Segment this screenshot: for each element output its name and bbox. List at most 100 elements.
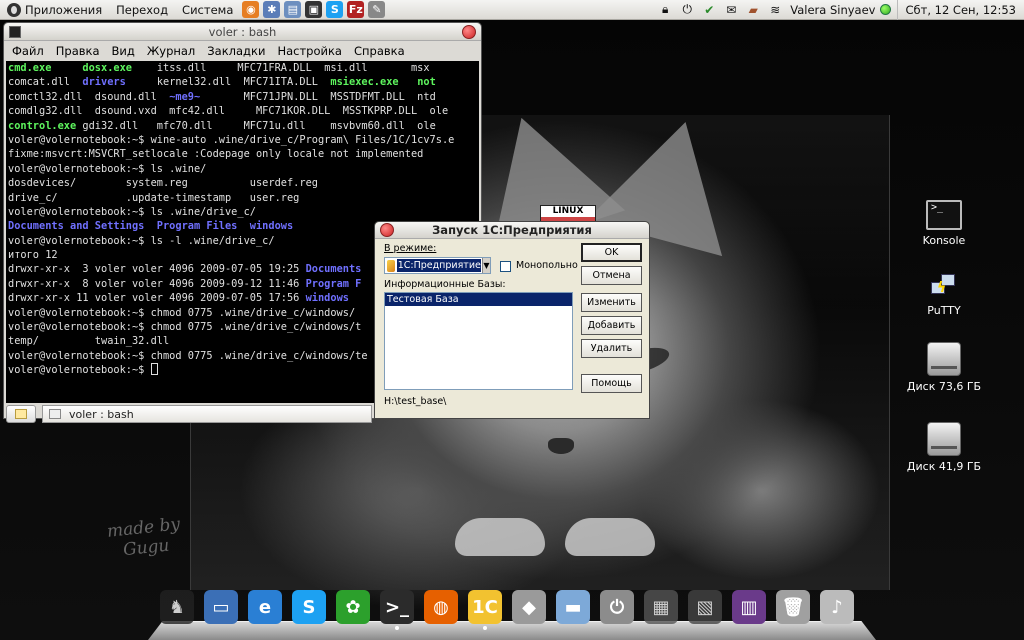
terminal-window-icon[interactable] [9,26,21,38]
dialog-title: Запуск 1С:Предприятия [432,223,592,237]
online-status-icon[interactable] [879,4,891,15]
menu-edit[interactable]: Правка [50,44,106,58]
mode-select-value: 1С:Предприятие [396,259,481,272]
gnome-foot-icon[interactable]: ♞ [160,590,194,624]
gear-icon[interactable]: ✱ [263,1,281,18]
terminal-line: comctl32.dll dsound.dll ~me9~ MFC71JPN.D… [8,90,436,103]
folder-icon[interactable]: ▬ [556,590,590,624]
1c-mode-icon [387,259,395,272]
running-indicator [483,626,487,630]
terminal-titlebar[interactable]: voler : bash [4,23,481,41]
power-icon[interactable]: ⏻ [679,2,695,18]
1c-icon[interactable]: 1С [468,590,502,624]
menu-history[interactable]: Журнал [141,44,201,58]
wifi-icon[interactable]: ≋ [767,2,783,18]
trash-icon[interactable]: 🗑 [776,590,810,624]
list-item[interactable]: Тестовая База [385,293,572,306]
mail-icon[interactable]: ✉ [723,2,739,18]
terminal-tab-label: voler : bash [69,407,134,421]
wallpaper-signature: made by Gugu [106,514,181,561]
monopoly-label[interactable]: Монопольно [516,260,578,271]
places-menu-label: Переход [116,2,169,17]
image-icon[interactable]: ▧ [688,590,722,624]
applications-menu[interactable]: Приложения [0,0,109,20]
terminal-line: voler@volernotebook:~$ ls .wine/drive_c/ [8,205,256,218]
terminal-line: comdlg32.dll dsound.vxd mfc42.dll MFC71K… [8,105,449,118]
kitten-paw-left [455,518,545,556]
desktop-icon-disk-2[interactable]: Диск 41,9 ГБ [899,422,989,473]
photo-viewer-icon[interactable]: ▦ [644,590,678,624]
kitten-paw-right [565,518,655,556]
terminal-line: control.exe gdi32.dll mfc70.dll MFC71u.d… [8,119,436,132]
mode-select[interactable]: 1С:Предприятие ▼ [384,257,491,274]
internet-explorer-icon[interactable]: e [248,590,282,624]
disk-icon [927,422,961,456]
cancel-button[interactable]: Отмена [581,266,642,285]
crystal-icon[interactable]: ◆ [512,590,546,624]
system-tray: 🔒︎ ⏻ ✔ ✉ ▰ ≋ Valera Sinyaev Сбт, 12 Сен,… [654,0,1024,20]
mode-label: В режиме: [384,243,437,254]
skype-icon[interactable]: S [326,1,344,18]
terminal-icon[interactable]: ▣ [305,1,323,18]
check-icon[interactable]: ✔ [701,2,717,18]
user-name[interactable]: Valera Sinyaev [786,3,879,17]
menu-help[interactable]: Справка [348,44,411,58]
shutdown-icon[interactable]: ⏻ [600,590,634,624]
skype-icon[interactable]: S [292,590,326,624]
terminal-line: dosdevices/ system.reg userdef.reg [8,177,318,190]
chevron-down-icon[interactable]: ▼ [481,258,490,273]
terminal-menubar: Файл Правка Вид Журнал Закладки Настройк… [4,41,481,60]
volume-muted-icon[interactable]: ♪ [820,590,854,624]
icq-icon[interactable]: ✿ [336,590,370,624]
add-button[interactable]: Добавить [581,316,642,335]
desktop-icon-putty[interactable]: ϟ PuTTY [899,274,989,317]
lock-icon[interactable]: 🔒︎ [657,2,673,18]
menu-file[interactable]: Файл [6,44,50,58]
text-editor-icon[interactable]: ✎ [368,1,386,18]
desktop-icon-konsole[interactable]: >_ Konsole [899,200,989,247]
desktop-icon-label: PuTTY [927,304,961,317]
bag-icon[interactable]: ▰ [745,2,761,18]
top-panel: Приложения Переход Система ◉ ✱ ▤ ▣ S Fz ✎ 🔒︎ ⏻… [0,0,1024,20]
base-path: H:\test_base\ [384,396,447,407]
delete-button[interactable]: Удалить [581,339,642,358]
dock: ♞ ▭ e S ✿ >_ ◍ 1С ◆ ▬ ⏻ ▦ ▧ ▥ 🗑 ♪ [160,590,860,630]
screen-settings-icon[interactable]: ▥ [732,590,766,624]
terminal-close-button[interactable] [462,25,476,39]
ok-button[interactable]: OK [581,243,642,262]
terminal-line: cmd.exe dosx.exe itss.dll MFC71FRA.DLL m… [8,62,430,74]
desktop-icon-disk-1[interactable]: Диск 73,6 ГБ [899,342,989,393]
places-menu[interactable]: Переход [109,0,175,20]
bases-list[interactable]: Тестовая База [384,292,573,390]
desktop-icon-label: Диск 41,9 ГБ [906,460,982,473]
terminal-tab[interactable]: voler : bash [42,405,372,423]
desktop-icon[interactable]: ▭ [204,590,238,624]
desktop-icon-label: Диск 73,6 ГБ [906,380,982,393]
menu-view[interactable]: Вид [106,44,141,58]
terminal-line: voler@volernotebook:~$ wine-auto .wine/d… [8,133,455,146]
filezilla-icon[interactable]: Fz [347,1,365,18]
menu-settings[interactable]: Настройка [271,44,348,58]
system-menu[interactable]: Система [175,0,240,20]
help-button[interactable]: Помощь [581,374,642,393]
firefox-icon[interactable]: ◍ [424,590,458,624]
menu-bookmarks[interactable]: Закладки [201,44,271,58]
system-menu-label: Система [182,2,234,17]
terminal-icon[interactable]: >_ [380,590,414,624]
new-tab-button[interactable] [6,405,36,423]
monopoly-checkbox[interactable] [500,261,511,272]
terminal-title: voler : bash [208,24,277,39]
browser-icon[interactable]: ◉ [242,1,260,18]
panel-launchers: ◉ ✱ ▤ ▣ S Fz ✎ [240,1,387,18]
terminal-line: comcat.dll drivers kernel32.dll MFC71ITA… [8,76,436,89]
dialog-titlebar[interactable]: Запуск 1С:Предприятия [375,222,649,239]
terminal-cursor [150,363,158,376]
putty-icon: ϟ [931,274,957,300]
edit-button[interactable]: Изменить [581,293,642,312]
document-icon[interactable]: ▤ [284,1,302,18]
dialog-close-button[interactable] [380,223,394,237]
new-tab-icon [15,409,27,419]
kitten-nose [548,438,574,454]
disk-icon [927,342,961,376]
clock[interactable]: Сбт, 12 Сен, 12:53 [896,0,1024,20]
